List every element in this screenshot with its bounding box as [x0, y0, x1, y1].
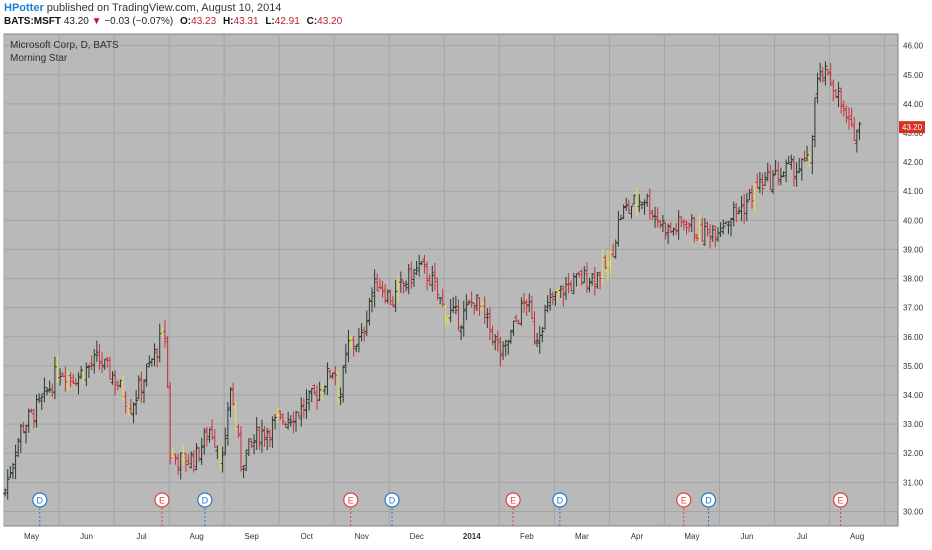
price-tick-label: 37.00: [903, 304, 924, 313]
close-value: 43.20: [317, 16, 343, 27]
low-label: L:: [265, 16, 275, 27]
price-tick-label: 45.00: [903, 71, 924, 80]
high-value: 43.31: [233, 16, 259, 27]
author-link[interactable]: HPotter: [4, 2, 44, 14]
high-label: H:: [222, 16, 234, 27]
event-marker-letter: E: [159, 496, 165, 506]
close-label: C:: [306, 16, 318, 27]
event-marker-letter: D: [705, 496, 712, 506]
price-tick-label: 41.00: [903, 187, 924, 196]
time-tick-label: May: [684, 532, 699, 541]
last-price-badge-label: 43.20: [902, 123, 923, 132]
publish-line: HPotter published on TradingView.com, Au…: [4, 2, 281, 14]
time-tick-label: Apr: [631, 532, 644, 541]
event-marker-letter: E: [510, 496, 516, 506]
price-tick-label: 31.00: [903, 478, 924, 487]
time-tick-label: Jul: [136, 532, 146, 541]
event-marker-letter: D: [557, 496, 564, 506]
time-tick-label: Jul: [797, 532, 807, 541]
time-tick-label: Nov: [355, 532, 369, 541]
time-tick-label: Mar: [575, 532, 589, 541]
time-tick-label: Aug: [850, 532, 864, 541]
price-tick-label: 44.00: [903, 100, 924, 109]
last-price: 43.20: [63, 16, 89, 27]
event-marker-letter: E: [838, 496, 844, 506]
time-tick-label: 2014: [463, 532, 481, 541]
price-chart[interactable]: D E D E D E D E D E 30.00 31.00 32.00 33.00 34.00 35.0…: [0, 30, 932, 550]
price-tick-label: 30.00: [903, 507, 924, 516]
down-arrow-icon: ▼: [91, 16, 102, 27]
low-value: 42.91: [274, 16, 300, 27]
time-tick-label: Dec: [410, 532, 424, 541]
price-tick-label: 38.00: [903, 275, 924, 284]
price-tick-label: 34.00: [903, 391, 924, 400]
event-marker-letter: D: [37, 496, 44, 506]
event-marker-letter: E: [681, 496, 687, 506]
time-tick-label: Jun: [80, 532, 93, 541]
price-tick-label: 42.00: [903, 158, 924, 167]
price-tick-label: 32.00: [903, 449, 924, 458]
time-tick-label: Oct: [300, 532, 313, 541]
price-tick-label: 35.00: [903, 362, 924, 371]
plot-area[interactable]: [3, 33, 899, 527]
price-tick-label: 46.00: [903, 42, 924, 51]
time-tick-label: Feb: [520, 532, 534, 541]
time-tick-label: Aug: [190, 532, 204, 541]
time-tick-label: Jun: [741, 532, 754, 541]
price-tick-label: 40.00: [903, 216, 924, 225]
price-change: −0.03 (−0.07%): [104, 16, 174, 27]
event-marker-letter: D: [202, 496, 209, 506]
event-marker-letter: E: [348, 496, 354, 506]
price-tick-label: 39.00: [903, 245, 924, 254]
quote-line: BATS:MSFT 43.20 ▼ −0.03 (−0.07%) O:43.23…: [4, 16, 342, 27]
price-tick-label: 36.00: [903, 333, 924, 342]
published-text: published on TradingView.com, August 10,…: [46, 2, 282, 14]
indicator-label: Morning Star: [10, 53, 68, 64]
open-label: O:: [180, 16, 192, 27]
price-tick-label: 33.00: [903, 420, 924, 429]
open-value: 43.23: [191, 16, 217, 27]
time-tick-label: Sep: [245, 532, 260, 541]
chart-header: HPotter published on TradingView.com, Au…: [0, 0, 932, 30]
chart-title: Microsoft Corp, D, BATS: [10, 40, 119, 51]
event-marker-letter: D: [389, 496, 396, 506]
symbol: BATS:MSFT: [4, 16, 62, 27]
time-tick-label: May: [24, 532, 39, 541]
